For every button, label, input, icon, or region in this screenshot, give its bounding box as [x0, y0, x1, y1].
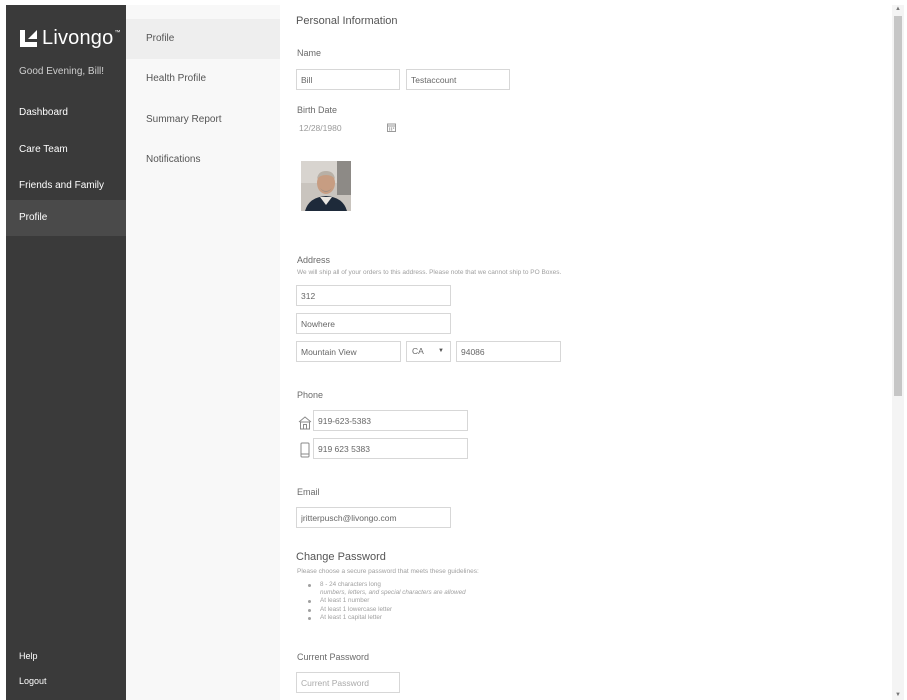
password-rules-list: 8 - 24 characters long numbers, letters,…: [296, 581, 466, 622]
zip-field[interactable]: [456, 341, 561, 362]
address-note: We will ship all of your orders to this …: [297, 269, 562, 276]
scrollbar[interactable]: ▲ ▼: [892, 5, 904, 700]
personal-information-title: Personal Information: [296, 15, 398, 27]
email-label: Email: [297, 487, 320, 497]
sidebar-item-care-team[interactable]: Care Team: [6, 132, 126, 168]
first-name-field[interactable]: [296, 69, 400, 90]
address-label: Address: [297, 255, 331, 265]
brand-trademark: ™: [114, 30, 121, 36]
address-line1-field[interactable]: [296, 285, 451, 306]
sidebar-item-friends-and-family[interactable]: Friends and Family: [6, 168, 126, 204]
phone-label: Phone: [297, 390, 324, 400]
birth-date-label: Birth Date: [297, 105, 338, 115]
mobile-phone-icon: [300, 442, 310, 458]
subnav-item-summary-report[interactable]: Summary Report: [126, 100, 280, 140]
list-item: 8 - 24 characters long: [308, 581, 466, 589]
subnav-item-profile[interactable]: Profile: [126, 19, 280, 59]
state-select[interactable]: CA ▼: [406, 341, 451, 362]
birth-date-value[interactable]: 12/28/1980: [299, 123, 342, 133]
city-field[interactable]: [296, 341, 401, 362]
home-icon: [298, 416, 312, 430]
current-password-label: Current Password: [297, 652, 370, 662]
list-item: At least 1 lowercase letter: [308, 606, 466, 614]
profile-subnav: Profile Health Profile Summary Report No…: [126, 5, 280, 700]
livongo-logo-mark-icon: [20, 30, 37, 47]
current-password-field[interactable]: [296, 672, 400, 693]
subnav-item-health-profile[interactable]: Health Profile: [126, 59, 280, 99]
last-name-field[interactable]: [406, 69, 510, 90]
scroll-down-arrow-icon[interactable]: ▼: [894, 691, 902, 700]
mobile-phone-field[interactable]: [313, 438, 468, 459]
address-line2-field[interactable]: [296, 313, 451, 334]
brand-name: Livongo: [42, 27, 114, 49]
logout-link[interactable]: Logout: [19, 676, 47, 686]
sidebar-item-profile[interactable]: Profile: [6, 200, 126, 236]
state-select-value: CA: [412, 346, 424, 356]
profile-photo[interactable]: [301, 161, 351, 211]
home-phone-field[interactable]: [313, 410, 468, 431]
list-item: numbers, letters, and special characters…: [320, 589, 466, 597]
help-link[interactable]: Help: [19, 651, 38, 661]
calendar-icon[interactable]: [387, 123, 396, 132]
livongo-logo[interactable]: Livongo ™: [20, 27, 120, 50]
change-password-title: Change Password: [296, 551, 386, 563]
list-item: At least 1 capital letter: [308, 614, 466, 622]
scrollbar-thumb[interactable]: [894, 16, 902, 396]
subnav-item-notifications[interactable]: Notifications: [126, 140, 280, 180]
name-label: Name: [297, 48, 322, 58]
email-field[interactable]: [296, 507, 451, 528]
sidebar: Livongo ™ Good Evening, Bill! Dashboard …: [6, 5, 126, 700]
password-guidelines-note: Please choose a secure password that mee…: [297, 568, 479, 575]
dropdown-arrow-icon: ▼: [438, 348, 444, 354]
greeting-text: Good Evening, Bill!: [19, 66, 105, 77]
sidebar-item-dashboard[interactable]: Dashboard: [6, 95, 126, 131]
list-item: At least 1 number: [308, 597, 466, 605]
scroll-up-arrow-icon[interactable]: ▲: [894, 5, 902, 14]
profile-form: Personal Information Name Birth Date 12/…: [280, 5, 892, 700]
